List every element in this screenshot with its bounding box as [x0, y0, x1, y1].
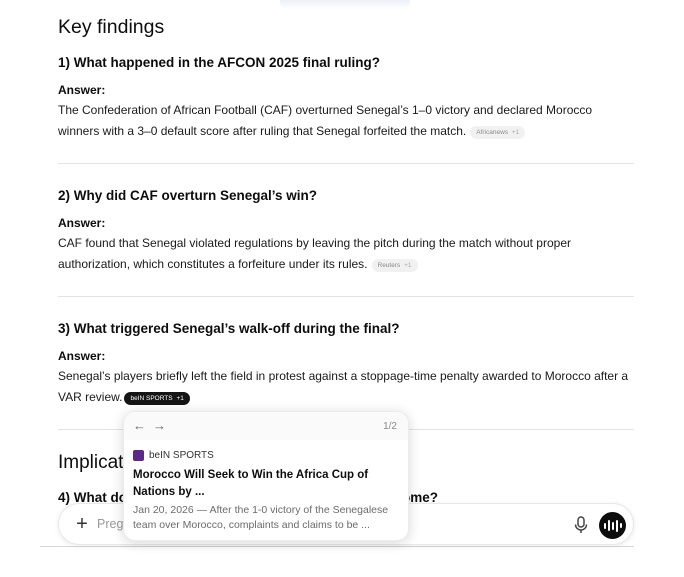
next-arrow-icon[interactable]: →	[153, 418, 166, 433]
source-favicon-icon	[133, 450, 144, 461]
waveform-icon	[603, 522, 606, 529]
citation-snippet: Jan 20, 2026 — After the 1-0 victory of …	[133, 504, 389, 531]
citation-source: beIN SPORTS	[133, 450, 214, 461]
citation-chip-3[interactable]: beIN SPORTS +1	[124, 392, 190, 405]
section-heading: Implicat	[58, 452, 124, 473]
citation-source-name: beIN SPORTS	[149, 450, 214, 461]
answer-label-2: Answer:	[58, 216, 106, 230]
citation-chip-2[interactable]: Reuters +1	[371, 259, 418, 272]
question-2: 2) Why did CAF overturn Senegal’s win?	[58, 188, 318, 203]
top-scroll-shadow	[280, 0, 410, 10]
divider	[58, 296, 634, 297]
answer-text-1: The Confederation of African Football (C…	[58, 103, 593, 139]
plus-icon: +	[76, 512, 88, 535]
composer-input[interactable]: Preg	[97, 517, 123, 531]
answer-label-1: Answer:	[58, 83, 106, 97]
citation-pager: 1/2	[383, 421, 397, 432]
divider	[58, 163, 634, 164]
citation-popup[interactable]: ← → 1/2 beIN SPORTS Morocco Will Seek to…	[123, 411, 409, 541]
previous-arrow-icon[interactable]: ←	[133, 418, 146, 433]
voice-mode-button[interactable]	[599, 512, 626, 539]
answer-text-3: Senegal’s players briefly left the field…	[58, 369, 629, 405]
microphone-icon[interactable]	[572, 515, 590, 535]
citation-popup-nav: ← → 1/2	[124, 412, 408, 440]
question-3: 3) What triggered Senegal’s walk-off dur…	[58, 321, 400, 336]
page-heading: Key findings	[58, 16, 165, 38]
add-attachment-button[interactable]: +	[71, 513, 93, 535]
answer-label-3: Answer:	[58, 349, 106, 363]
question-1: 1) What happened in the AFCON 2025 final…	[58, 55, 381, 70]
citation-chip-1[interactable]: Africanews +1	[470, 126, 526, 139]
citation-title-link[interactable]: Morocco Will Seek to Win the Africa Cup …	[133, 467, 403, 501]
divider	[40, 546, 634, 547]
answer-text-2: CAF found that Senegal violated regulati…	[58, 236, 571, 272]
